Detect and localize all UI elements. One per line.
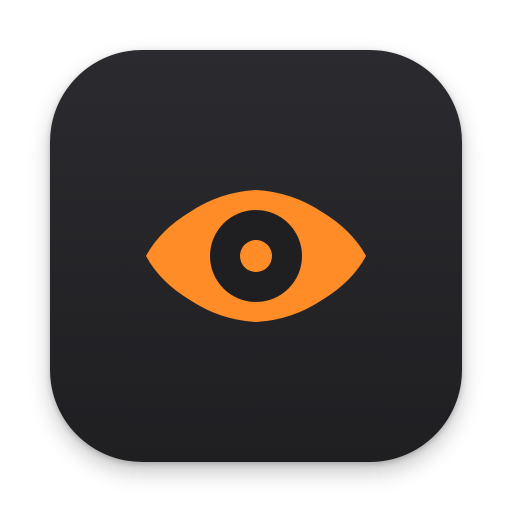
pupil-shape xyxy=(240,240,272,272)
eye-icon xyxy=(146,190,366,322)
app-icon-canvas xyxy=(0,0,512,512)
